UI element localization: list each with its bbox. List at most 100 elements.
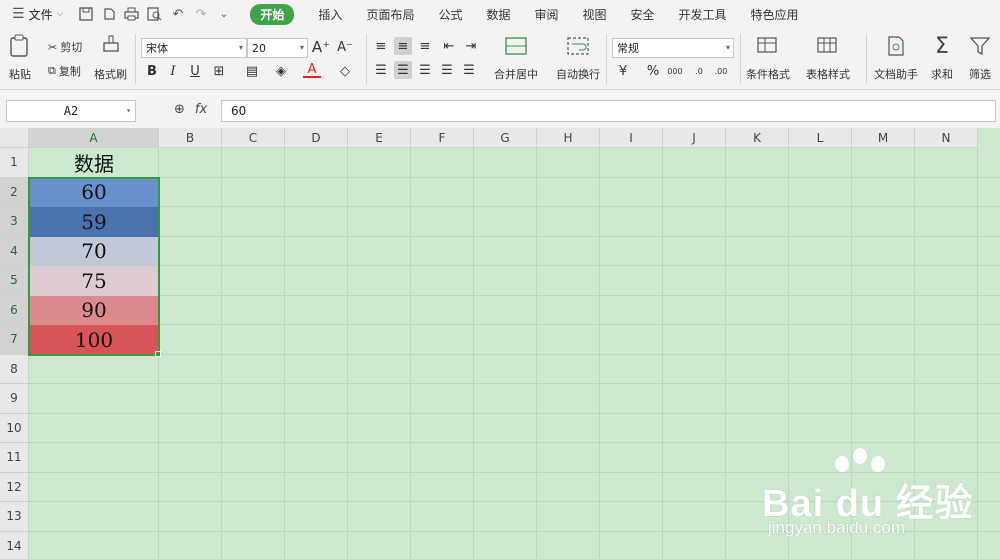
italic-button[interactable]: I (164, 62, 182, 80)
cell-A7[interactable]: 100 (29, 325, 159, 355)
format-painter-button[interactable]: 格式刷 (94, 34, 127, 82)
bold-button[interactable]: B (143, 62, 161, 80)
print-icon[interactable] (123, 6, 140, 23)
paste-button[interactable]: 粘贴 (8, 34, 32, 82)
export-icon[interactable] (100, 6, 117, 23)
distributed-icon[interactable]: ☰ (460, 61, 478, 79)
wrap-text-button[interactable]: 自动换行 (556, 34, 600, 82)
tab-security-label: 安全 (630, 7, 655, 22)
align-middle-icon[interactable]: ≡ (394, 37, 412, 55)
column-header-B[interactable]: B (159, 128, 222, 148)
column-header-K[interactable]: K (726, 128, 789, 148)
column-header-L[interactable]: L (789, 128, 852, 148)
cell-A6[interactable]: 90 (29, 295, 159, 325)
row-header-7[interactable]: 7 (0, 325, 29, 355)
row-header-1[interactable]: 1 (0, 148, 29, 178)
column-header-F[interactable]: F (411, 128, 474, 148)
decrease-decimal-button[interactable]: .00 (712, 62, 730, 80)
column-header-G[interactable]: G (474, 128, 537, 148)
select-all-corner[interactable] (0, 128, 29, 148)
increase-indent-icon[interactable]: ⇥ (462, 37, 480, 55)
sum-button[interactable]: Σ 求和 (930, 34, 954, 82)
increase-decimal-button[interactable]: .0 (690, 62, 708, 80)
currency-icon[interactable]: ¥ (614, 62, 632, 80)
row-header-14[interactable]: 14 (0, 531, 29, 559)
align-left-icon[interactable]: ☰ (372, 61, 390, 79)
fill-color-icon[interactable]: ◈ (272, 62, 290, 80)
column-header-A[interactable]: A (29, 128, 159, 148)
tab-page-layout[interactable]: 页面布局 (354, 0, 426, 28)
fill-handle[interactable] (155, 350, 161, 357)
tab-data[interactable]: 数据 (474, 0, 522, 28)
cell-A2[interactable]: 60 (29, 177, 159, 207)
tab-developer[interactable]: 开发工具 (667, 0, 739, 28)
decrease-indent-icon[interactable]: ⇤ (440, 37, 458, 55)
align-right-icon[interactable]: ☰ (416, 61, 434, 79)
print-preview-icon[interactable] (146, 6, 163, 23)
tab-formulas[interactable]: 公式 (426, 0, 474, 28)
number-format-select[interactable]: 常规 ▾ (612, 38, 734, 58)
row-header-8[interactable]: 8 (0, 354, 29, 384)
column-header-E[interactable]: E (348, 128, 411, 148)
cell-A4[interactable]: 70 (29, 236, 159, 266)
underline-button[interactable]: U (186, 62, 204, 80)
cell-fill-style-icon[interactable]: ▤ (243, 62, 261, 80)
font-color-button[interactable]: A (303, 62, 321, 78)
row-header-6[interactable]: 6 (0, 295, 29, 325)
row-header-11[interactable]: 11 (0, 443, 29, 473)
column-header-H[interactable]: H (537, 128, 600, 148)
formula-input[interactable]: 60 (221, 100, 996, 122)
column-header-N[interactable]: N (915, 128, 978, 148)
table-style-button[interactable]: 表格样式 (806, 34, 850, 82)
tab-special[interactable]: 特色应用 (739, 0, 811, 28)
column-header-D[interactable]: D (285, 128, 348, 148)
row-header-2[interactable]: 2 (0, 177, 29, 207)
cell-A3[interactable]: 59 (29, 207, 159, 237)
cut-button[interactable]: ✂ 剪切 (48, 39, 82, 55)
conditional-format-button[interactable]: 条件格式 (746, 34, 790, 82)
row-header-12[interactable]: 12 (0, 472, 29, 502)
column-header-M[interactable]: M (852, 128, 915, 148)
font-size-select[interactable]: 20 ▾ (247, 38, 308, 58)
row-header-13[interactable]: 13 (0, 502, 29, 532)
cell-A5[interactable]: 75 (29, 266, 159, 296)
redo-icon[interactable]: ↷ (192, 6, 209, 23)
tab-security[interactable]: 安全 (619, 0, 667, 28)
borders-icon[interactable]: ⊞ (210, 62, 228, 80)
font-name-select[interactable]: 宋体 ▾ (141, 38, 247, 58)
file-menu-button[interactable]: ☰ 文件 ⌵ (0, 0, 71, 28)
conditional-format-icon (756, 34, 780, 58)
justify-icon[interactable]: ☰ (438, 61, 456, 79)
row-header-9[interactable]: 9 (0, 384, 29, 414)
save-icon[interactable] (77, 6, 94, 23)
eraser-icon[interactable]: ◇ (336, 62, 354, 80)
tab-view[interactable]: 视图 (571, 0, 619, 28)
merge-center-button[interactable]: 合并居中 (494, 34, 538, 82)
customize-toolbar-icon[interactable]: ⌄ (215, 6, 232, 23)
doc-assistant-button[interactable]: 文档助手 (874, 34, 918, 82)
align-center-icon[interactable]: ☰ (394, 61, 412, 79)
tab-home[interactable]: 开始 (238, 0, 306, 28)
row-header-10[interactable]: 10 (0, 413, 29, 443)
cell-A1[interactable]: 数据 (29, 148, 159, 178)
align-top-icon[interactable]: ≡ (372, 37, 390, 55)
thousands-separator-button[interactable]: 000 (666, 62, 684, 80)
zoom-icon[interactable]: ⊕ (174, 102, 185, 117)
row-header-4[interactable]: 4 (0, 236, 29, 266)
percent-button[interactable]: % (644, 62, 662, 80)
tab-review[interactable]: 审阅 (522, 0, 570, 28)
column-header-J[interactable]: J (663, 128, 726, 148)
copy-button[interactable]: ⧉ 复制 (48, 63, 81, 79)
decrease-font-icon[interactable]: A⁻ (336, 38, 354, 56)
filter-button[interactable]: 筛选 (968, 34, 992, 82)
tab-insert[interactable]: 插入 (306, 0, 354, 28)
row-header-3[interactable]: 3 (0, 207, 29, 237)
column-header-I[interactable]: I (600, 128, 663, 148)
name-box[interactable]: A2 ▾ (6, 100, 136, 122)
align-bottom-icon[interactable]: ≡ (416, 37, 434, 55)
fx-button[interactable]: fx (195, 102, 207, 117)
column-header-C[interactable]: C (222, 128, 285, 148)
undo-icon[interactable]: ↶ (169, 6, 186, 23)
row-header-5[interactable]: 5 (0, 266, 29, 296)
increase-font-icon[interactable]: A⁺ (312, 38, 330, 56)
